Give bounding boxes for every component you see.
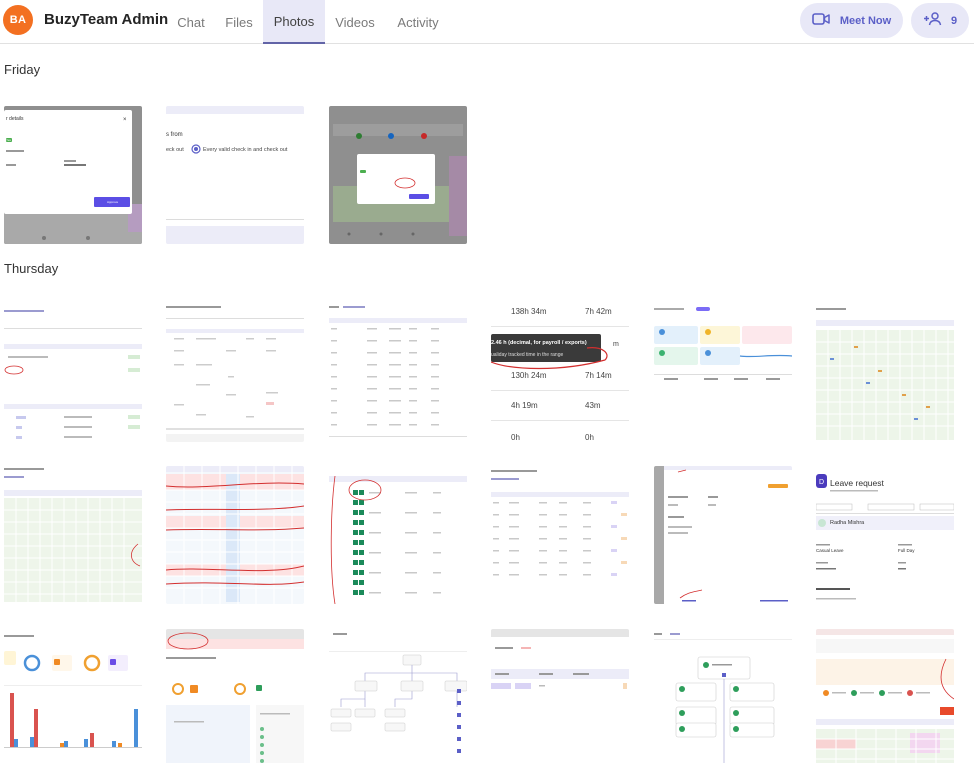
svg-text:130h 24m: 130h 24m xyxy=(511,371,547,380)
photo-thumbnail[interactable]: 138h 34m 7h 42m 2.46 h (decimal, for pay… xyxy=(491,304,629,442)
svg-text:m: m xyxy=(613,341,619,348)
svg-text:Leave request: Leave request xyxy=(830,478,885,488)
people-add-icon xyxy=(923,12,943,29)
svg-text:43m: 43m xyxy=(585,401,601,410)
photo-thumbnail[interactable] xyxy=(491,466,629,604)
photo-thumbnail[interactable]: r details × Yes Approve xyxy=(4,106,142,244)
svg-text:Every valid check in and check: Every valid check in and check out xyxy=(203,147,288,153)
photo-thumbnail[interactable] xyxy=(816,629,954,763)
svg-text:eck out: eck out xyxy=(166,147,184,153)
tab-files[interactable]: Files xyxy=(220,0,258,44)
svg-text:2.46 h (decimal, for payroll /: 2.46 h (decimal, for payroll / exports) xyxy=(491,340,587,346)
photo-thumbnail[interactable]: s from eck out Every valid check in and … xyxy=(166,106,304,244)
participants-button[interactable]: 9 xyxy=(911,3,969,38)
photo-thumbnail[interactable] xyxy=(816,304,954,442)
photo-thumbnail[interactable] xyxy=(166,466,304,604)
svg-text:ualiday tracked time in the ra: ualiday tracked time in the range xyxy=(491,352,563,358)
svg-text:×: × xyxy=(123,117,127,123)
photo-thumbnail[interactable] xyxy=(166,304,304,442)
photo-thumbnail[interactable] xyxy=(329,466,467,604)
photo-thumbnail[interactable] xyxy=(654,304,792,442)
photo-thumbnail[interactable] xyxy=(329,629,467,763)
svg-text:4h 19m: 4h 19m xyxy=(511,401,538,410)
svg-text:s from: s from xyxy=(166,132,183,138)
photo-thumbnail[interactable] xyxy=(654,466,792,604)
svg-text:138h 34m: 138h 34m xyxy=(511,307,547,316)
photo-thumbnail[interactable] xyxy=(166,629,304,763)
svg-text:Approve: Approve xyxy=(107,200,119,204)
tab-videos[interactable]: Videos xyxy=(330,0,380,44)
section-label-thursday: Thursday xyxy=(4,261,59,276)
photo-thumbnail[interactable] xyxy=(329,304,467,442)
team-title: BuzyTeam Admin xyxy=(44,11,169,28)
team-avatar[interactable]: BA xyxy=(3,5,33,35)
tab-photos[interactable]: Photos xyxy=(263,0,325,44)
svg-text:Full Day: Full Day xyxy=(898,548,915,553)
svg-text:7h 14m: 7h 14m xyxy=(585,371,612,380)
photo-thumbnail[interactable]: D Leave request Radha Mishra Casual Leav… xyxy=(816,466,954,604)
meet-now-label: Meet Now xyxy=(839,14,892,27)
photo-thumbnail[interactable] xyxy=(329,106,467,244)
video-camera-icon xyxy=(812,12,830,29)
tab-chat[interactable]: Chat xyxy=(173,0,209,44)
photo-caption: r details xyxy=(6,116,24,122)
svg-text:D: D xyxy=(819,479,824,486)
svg-text:Radha Mishra: Radha Mishra xyxy=(830,520,865,526)
meet-now-button[interactable]: Meet Now xyxy=(800,3,903,38)
photo-thumbnail[interactable] xyxy=(4,629,142,763)
svg-text:Yes: Yes xyxy=(6,138,11,142)
photo-thumbnail[interactable] xyxy=(654,629,792,763)
tab-activity[interactable]: Activity xyxy=(390,0,446,44)
svg-text:Casual Leave: Casual Leave xyxy=(816,548,844,553)
svg-text:0h: 0h xyxy=(585,433,594,442)
svg-text:7h 42m: 7h 42m xyxy=(585,307,612,316)
photo-thumbnail[interactable] xyxy=(4,304,142,442)
photo-thumbnail[interactable] xyxy=(491,629,629,763)
photo-thumbnail[interactable] xyxy=(4,466,142,604)
team-header: BA BuzyTeam Admin Chat Files Photos Vide… xyxy=(0,0,974,44)
participants-count: 9 xyxy=(950,14,958,27)
section-label-friday: Friday xyxy=(4,62,41,77)
svg-text:0h: 0h xyxy=(511,433,520,442)
